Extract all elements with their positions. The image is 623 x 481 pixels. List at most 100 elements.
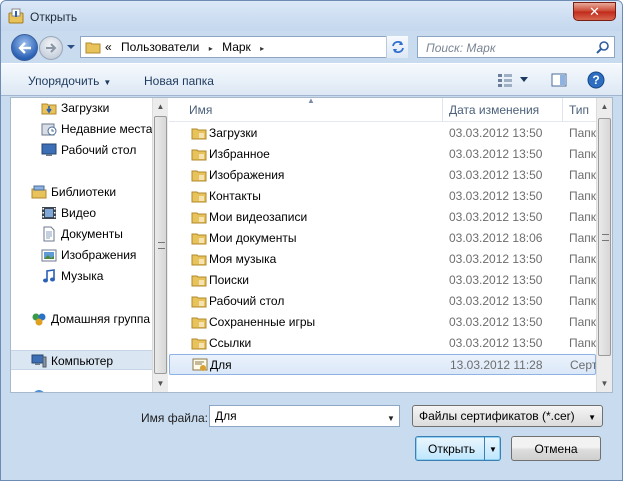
sidebar-item-downloads[interactable]: Загрузки xyxy=(11,98,152,118)
nav-pane-scrollbar[interactable]: ▲ ▼ xyxy=(152,98,168,392)
table-row[interactable]: Моя музыка 03.03.2012 13:50 Папка xyxy=(169,249,603,270)
pictures-folder-icon xyxy=(191,170,207,182)
sidebar-item-label: Недавние места xyxy=(61,122,152,136)
file-date: 03.03.2012 13:50 xyxy=(449,273,543,287)
scroll-up-arrow[interactable]: ▲ xyxy=(153,98,168,115)
column-date-modified[interactable]: Дата изменения xyxy=(449,103,539,117)
breadcrumb-item-mark[interactable]: Марк xyxy=(222,40,251,54)
file-date: 03.03.2012 13:50 xyxy=(449,126,543,140)
file-date: 03.03.2012 13:50 xyxy=(449,315,543,329)
view-options-icon[interactable] xyxy=(497,72,513,88)
sidebar-item-pictures[interactable]: Изображения xyxy=(11,245,152,265)
help-icon[interactable]: ? xyxy=(587,71,605,89)
breadcrumb-overflow[interactable]: « xyxy=(105,40,112,54)
file-date: 03.03.2012 18:06 xyxy=(449,231,543,245)
folder-icon xyxy=(85,42,101,54)
file-name: Избранное xyxy=(209,147,270,161)
desktop-icon xyxy=(41,143,57,156)
scroll-up-arrow[interactable]: ▲ xyxy=(597,98,612,115)
sidebar-item-label: Компьютер xyxy=(51,354,114,368)
search-icon[interactable] xyxy=(596,40,610,54)
scrollbar-thumb[interactable] xyxy=(598,118,611,356)
file-name: Ссылки xyxy=(209,336,252,350)
file-name: Мои видеозаписи xyxy=(209,210,308,224)
preview-pane-icon[interactable] xyxy=(551,72,567,88)
column-name[interactable]: Имя xyxy=(189,103,212,117)
filename-field[interactable] xyxy=(209,405,400,427)
downloads-folder-icon xyxy=(191,128,207,140)
desktop-folder-icon xyxy=(191,296,207,308)
open-dropdown-icon[interactable]: ▼ xyxy=(489,445,497,454)
scroll-down-arrow[interactable]: ▼ xyxy=(597,375,612,392)
open-button[interactable]: Открыть ▼ xyxy=(415,436,501,461)
sidebar-item-recent-places[interactable]: Недавние места xyxy=(11,119,152,139)
filename-dropdown-icon[interactable]: ▼ xyxy=(387,414,395,423)
view-dropdown-icon[interactable] xyxy=(520,77,528,82)
scroll-down-arrow[interactable]: ▼ xyxy=(153,375,168,392)
scrollbar-thumb[interactable] xyxy=(154,116,167,374)
links-folder-icon xyxy=(191,338,207,350)
homegroup-icon xyxy=(32,313,46,326)
browser-area: Загрузки Недавние места Рабочий стол Биб… xyxy=(10,97,613,393)
sidebar-item-documents[interactable]: Документы xyxy=(11,224,152,244)
scrollbar-grip-icon xyxy=(601,234,609,241)
libraries-icon xyxy=(31,185,47,199)
search-input[interactable]: Поиск: Марк xyxy=(417,36,615,58)
organize-button[interactable]: Упорядочить ▼ xyxy=(28,74,111,88)
file-name: Мои документы xyxy=(209,231,297,245)
column-divider[interactable] xyxy=(562,98,563,122)
table-row[interactable]: Поиски 03.03.2012 13:50 Папка xyxy=(169,270,603,291)
sidebar-item-label: Видео xyxy=(61,206,97,220)
column-divider[interactable] xyxy=(442,98,443,122)
search-placeholder: Поиск: Марк xyxy=(426,41,496,55)
close-icon: ✕ xyxy=(589,3,600,19)
favorites-folder-icon xyxy=(191,149,207,161)
navigation-row: « Пользователи ▸ Марк ▸ Поиск: Марк xyxy=(1,31,622,63)
table-row[interactable]: Сохраненные игры 03.03.2012 13:50 Папка xyxy=(169,312,603,333)
open-button-label: Открыть xyxy=(428,442,476,456)
sidebar-item-libraries[interactable]: Библиотеки xyxy=(11,182,152,202)
table-row[interactable]: Загрузки 03.03.2012 13:50 Папка xyxy=(169,123,603,144)
sidebar-item-video[interactable]: Видео xyxy=(11,203,152,223)
table-row[interactable]: Контакты 03.03.2012 13:50 Папка xyxy=(169,186,603,207)
file-date: 03.03.2012 13:50 xyxy=(449,168,543,182)
breadcrumb-item-users[interactable]: Пользователи xyxy=(121,40,199,54)
open-file-dialog: Открыть ✕ « Пользователи ▸ Марк ▸ Поиск:… xyxy=(0,0,623,481)
breadcrumb-chevron-icon[interactable]: ▸ xyxy=(209,44,213,53)
breadcrumb: « Пользователи ▸ Марк ▸ xyxy=(105,40,270,54)
file-list-scrollbar[interactable]: ▲ ▼ xyxy=(596,98,612,392)
sidebar-item-label: Изображения xyxy=(61,248,137,262)
sort-ascending-icon: ▲ xyxy=(307,98,315,105)
table-row[interactable]: Мои видеозаписи 03.03.2012 13:50 Папка xyxy=(169,207,603,228)
sidebar-item-music[interactable]: Музыка xyxy=(11,266,152,286)
table-row[interactable]: Ссылки 03.03.2012 13:50 Папка xyxy=(169,333,603,354)
address-bar[interactable]: « Пользователи ▸ Марк ▸ xyxy=(80,36,408,58)
forward-button[interactable] xyxy=(39,36,63,60)
history-dropdown-icon[interactable] xyxy=(66,42,76,52)
table-row[interactable]: Изображения 03.03.2012 13:50 Папка xyxy=(169,165,603,186)
new-folder-button[interactable]: Новая папка xyxy=(144,74,214,88)
table-row[interactable]: Мои документы 03.03.2012 18:06 Папка xyxy=(169,228,603,249)
table-row[interactable]: Избранное 03.03.2012 13:50 Папка xyxy=(169,144,603,165)
file-type-select[interactable]: Файлы сертификатов (*.cer) ▼ xyxy=(412,405,603,427)
recent-places-icon xyxy=(41,123,57,136)
file-name: Для xyxy=(210,358,232,372)
sidebar-item-computer[interactable]: Компьютер xyxy=(11,350,152,370)
sidebar-item-desktop[interactable]: Рабочий стол xyxy=(11,140,152,160)
column-type[interactable]: Тип xyxy=(569,103,589,117)
sidebar-item-homegroup[interactable]: Домашняя группа xyxy=(11,309,152,329)
command-bar: Упорядочить ▼ Новая папка ? xyxy=(1,63,622,96)
contacts-folder-icon xyxy=(191,191,207,203)
table-row[interactable]: Для 13.03.2012 11:28 Серти xyxy=(169,354,604,375)
chevron-down-icon: ▼ xyxy=(588,413,596,422)
refresh-icon xyxy=(391,41,404,53)
back-button[interactable] xyxy=(11,34,38,61)
table-row[interactable]: Рабочий стол 03.03.2012 13:50 Папка xyxy=(169,291,603,312)
title-bar[interactable]: Открыть ✕ xyxy=(1,1,622,31)
sidebar-item-label: Домашняя группа xyxy=(51,312,151,326)
breadcrumb-chevron-icon[interactable]: ▸ xyxy=(260,44,264,53)
cancel-button[interactable]: Отмена xyxy=(511,436,601,461)
file-date: 03.03.2012 13:50 xyxy=(449,210,543,224)
refresh-button[interactable] xyxy=(386,36,408,58)
close-button[interactable]: ✕ xyxy=(573,2,616,21)
